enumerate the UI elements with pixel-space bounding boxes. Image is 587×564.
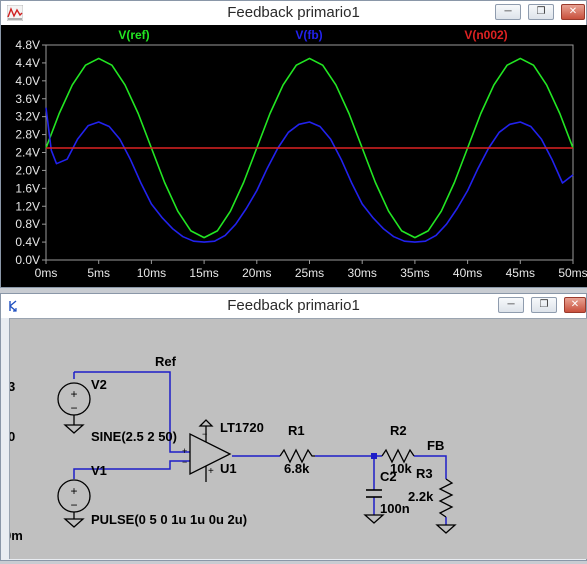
y-tick-label: 2.4V <box>15 146 40 160</box>
svg-text:+: + <box>70 387 77 401</box>
x-tick-label: 10ms <box>137 266 166 280</box>
svg-text:−: − <box>70 498 77 512</box>
x-tick-label: 25ms <box>295 266 324 280</box>
r1-value-label: 6.8k <box>284 461 310 476</box>
c2-capacitor[interactable] <box>366 489 382 498</box>
v2-source[interactable]: + − <box>57 382 91 434</box>
junction-dot <box>371 453 377 459</box>
y-tick-label: 0.0V <box>15 253 40 267</box>
y-tick-label: 4.4V <box>15 56 40 70</box>
svg-text:+: + <box>208 466 214 477</box>
r3-name-label: R3 <box>416 466 433 481</box>
opamp-model-label: LT1720 <box>220 420 264 435</box>
fb-net-label: FB <box>427 438 444 453</box>
opamp-name-label: U1 <box>220 461 237 476</box>
y-tick-label: 0.4V <box>15 235 40 249</box>
schematic-window-titlebar[interactable]: Feedback primario1 ─ ❐ ✕ <box>1 294 586 318</box>
svg-text:−: − <box>182 457 187 467</box>
r2-name-label: R2 <box>390 423 407 438</box>
plot-window-titlebar[interactable]: Feedback primario1 ─ ❐ ✕ <box>1 1 586 25</box>
y-tick-label: 1.2V <box>15 199 40 213</box>
legend-label-1[interactable]: V(fb) <box>295 28 322 42</box>
clipped-label-2: 0 <box>10 429 15 444</box>
clipped-label-3: 0m <box>10 528 23 543</box>
minimize-icon[interactable]: ─ <box>498 297 524 313</box>
waveform-plot[interactable]: 0ms 5ms 10ms 15ms 20ms 25ms 30ms 35ms 40ms 45ms 50… <box>1 25 587 287</box>
legend-label-0[interactable]: V(ref) <box>118 28 149 42</box>
y-tick-label: 4.8V <box>15 38 40 52</box>
v1-source[interactable]: + − <box>57 479 91 528</box>
r1-name-label: R1 <box>288 423 305 438</box>
y-tick-label: 3.2V <box>15 110 40 124</box>
x-tick-label: 0ms <box>35 266 58 280</box>
svg-text:+: + <box>70 484 77 498</box>
v1-value-label: PULSE(0 5 0 1u 1u 0u 2u) <box>91 512 247 527</box>
c2-value-label: 100n <box>380 501 410 516</box>
schematic-window: Feedback primario1 ─ ❐ ✕ + − + − + − − +… <box>0 293 587 561</box>
c2-ground-icon <box>363 514 385 524</box>
waveform-chart[interactable]: 0ms 5ms 10ms 15ms 20ms 25ms 30ms 35ms 40ms 45ms 50… <box>1 25 587 287</box>
clipped-label-1: 3 <box>10 379 15 394</box>
schematic-canvas[interactable]: + − + − + − − + Ref FB V2 SINE(2.5 2 50)… <box>4 318 587 559</box>
y-tick-label: 4.0V <box>15 74 40 88</box>
y-tick-label: 3.6V <box>15 92 40 106</box>
x-tick-label: 45ms <box>506 266 535 280</box>
y-tick-label: 2.8V <box>15 128 40 142</box>
schematic-drawing[interactable]: + − + − + − − + Ref FB V2 SINE(2.5 2 50)… <box>4 319 587 559</box>
plot-window: Feedback primario1 ─ ❐ ✕ 0ms 5ms 10ms 15ms 2… <box>0 0 587 288</box>
v1-name-label: V1 <box>91 463 107 478</box>
plot-frame <box>45 44 574 261</box>
v2-name-label: V2 <box>91 377 107 392</box>
close-icon[interactable]: ✕ <box>561 4 585 20</box>
y-tick-label: 0.8V <box>15 217 40 231</box>
c2-name-label: C2 <box>380 469 397 484</box>
close-icon[interactable]: ✕ <box>564 297 586 313</box>
y-tick-label: 1.6V <box>15 181 40 195</box>
series-line-1[interactable] <box>45 107 574 243</box>
minimize-icon[interactable]: ─ <box>495 4 521 20</box>
x-tick-label: 30ms <box>348 266 377 280</box>
x-tick-label: 20ms <box>242 266 271 280</box>
x-tick-label: 50ms <box>558 266 587 280</box>
restore-icon[interactable]: ❐ <box>531 297 557 313</box>
x-tick-label: 40ms <box>453 266 482 280</box>
svg-text:−: − <box>70 401 77 415</box>
v2-value-label: SINE(2.5 2 50) <box>91 429 177 444</box>
ref-net-label: Ref <box>155 354 177 369</box>
r3-resistor[interactable] <box>438 478 454 518</box>
restore-icon[interactable]: ❐ <box>528 4 554 20</box>
x-tick-label: 15ms <box>189 266 218 280</box>
svg-text:−: − <box>202 429 207 439</box>
svg-text:+: + <box>182 446 187 456</box>
x-tick-label: 35ms <box>400 266 429 280</box>
y-tick-label: 2.0V <box>15 163 40 177</box>
legend-label-2[interactable]: V(n002) <box>464 28 507 42</box>
r3-value-label: 2.2k <box>408 489 434 504</box>
x-tick-label: 5ms <box>87 266 110 280</box>
r3-ground-icon <box>435 524 457 534</box>
